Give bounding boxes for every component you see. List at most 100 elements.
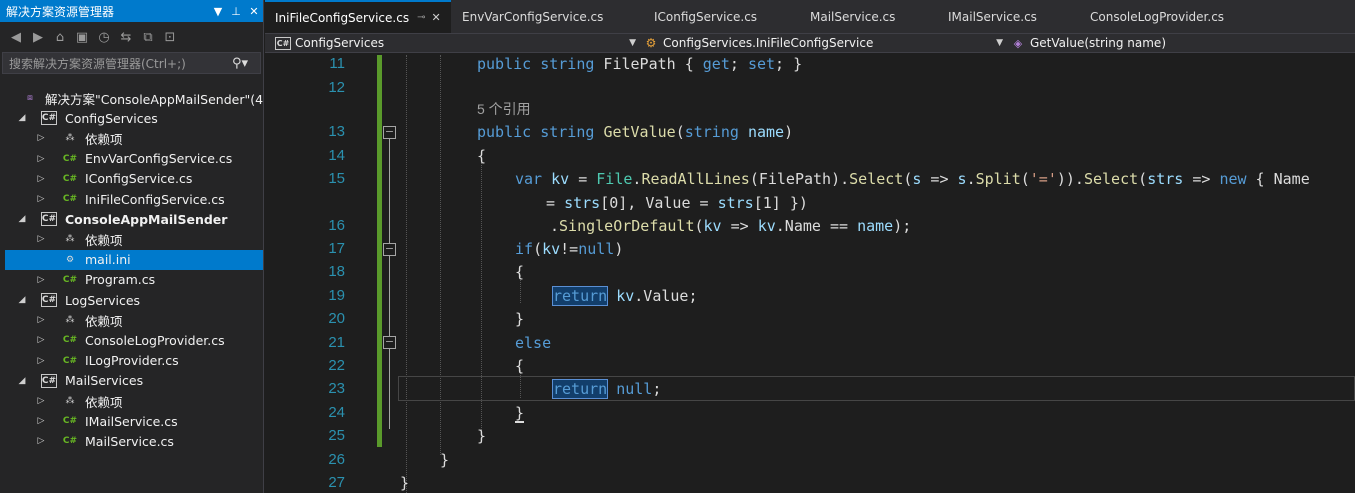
code-line: }: [477, 427, 487, 445]
code-line: {: [477, 147, 487, 165]
csharp-project-icon: C#: [41, 111, 57, 126]
tree-item-label: IConfigService.cs: [85, 171, 193, 187]
tree-item-label: ConsoleLogProvider.cs: [85, 332, 225, 348]
history-icon[interactable]: ◷: [96, 30, 112, 45]
show-all-files-icon[interactable]: ⊡: [162, 30, 178, 45]
tree-item-file[interactable]: ▷ C# IniFileConfigService.cs: [0, 189, 263, 209]
close-icon[interactable]: ✕: [431, 11, 440, 24]
collapsed-arrow-icon[interactable]: ▷: [36, 416, 46, 426]
close-icon[interactable]: ✕: [245, 5, 263, 18]
tree-item-label: EnvVarConfigService.cs: [85, 151, 233, 167]
expanded-arrow-icon[interactable]: ◢: [17, 214, 27, 224]
document-tabs: IniFileConfigService.cs ⊸ ✕ EnvVarConfig…: [265, 0, 1355, 33]
solution-explorer-panel: 解决方案资源管理器 ▼ ⊥ ✕ ◀ ▶ ⌂ ▣ ◷ ⇆ ⧉ ⊡ 搜索解决方案资源…: [0, 0, 264, 493]
tab-iconfigservice[interactable]: IConfigService.cs: [644, 0, 767, 33]
tree-item-project-configservices[interactable]: ◢ C# ConfigServices: [0, 108, 263, 128]
home-icon[interactable]: ⌂: [52, 30, 68, 45]
tree-item-dependencies[interactable]: ▷ ⁂ 依赖项: [0, 391, 263, 411]
project-dropdown[interactable]: C# ConfigServices ▼: [275, 34, 640, 52]
tree-item-file[interactable]: ▷ C# IMailService.cs: [0, 411, 263, 431]
tree-item-label: ILogProvider.cs: [85, 353, 179, 369]
solution-explorer-title: 解决方案资源管理器: [6, 4, 115, 19]
collapse-toggle-icon[interactable]: −: [383, 243, 396, 256]
code-line: return null;: [551, 379, 662, 399]
member-dropdown[interactable]: ◈ GetValue(string name): [1010, 34, 1355, 52]
forward-icon[interactable]: ▶: [30, 30, 46, 45]
collapsed-arrow-icon[interactable]: ▷: [36, 335, 46, 345]
tree-item-file[interactable]: ▷ C# IConfigService.cs: [0, 169, 263, 189]
tree-item-file[interactable]: ▷ C# MailService.cs: [0, 431, 263, 451]
tree-item-project-consoleappmailsender[interactable]: ◢ C# ConsoleAppMailSender: [0, 209, 263, 229]
tree-item-dependencies[interactable]: ▷ ⁂ 依赖项: [0, 128, 263, 148]
collapsed-arrow-icon[interactable]: ▷: [36, 174, 46, 184]
reference-count-hint[interactable]: 5 个引用: [477, 99, 531, 119]
csharp-project-icon: C#: [41, 293, 57, 308]
collapsed-arrow-icon[interactable]: ▷: [36, 194, 46, 204]
tab-mailservice[interactable]: MailService.cs: [800, 0, 905, 33]
csharp-project-icon: C#: [275, 36, 291, 50]
sync-icon[interactable]: ⇆: [118, 30, 134, 45]
pin-icon[interactable]: ⊸: [417, 12, 425, 23]
expanded-arrow-icon[interactable]: ◢: [17, 295, 27, 305]
class-icon: ⚙: [645, 36, 657, 50]
expanded-arrow-icon[interactable]: ◢: [17, 113, 27, 123]
tree-item-solution[interactable]: ⧈ 解决方案"ConsoleAppMailSender"(4: [0, 88, 263, 108]
collapsed-arrow-icon[interactable]: ▷: [36, 356, 46, 366]
tab-imailservice[interactable]: IMailService.cs: [938, 0, 1047, 33]
tree-item-dependencies[interactable]: ▷ ⁂ 依赖项: [0, 310, 263, 330]
code-line: {: [515, 263, 525, 281]
tree-item-file[interactable]: ▷ C# Program.cs: [0, 270, 263, 290]
line-number: 19: [328, 287, 345, 304]
tab-consolelogprovider[interactable]: ConsoleLogProvider.cs: [1080, 0, 1234, 33]
code-line: }: [400, 474, 410, 492]
tree-item-label: MailService.cs: [85, 433, 174, 449]
collapsed-arrow-icon[interactable]: ▷: [36, 234, 46, 244]
collapsed-arrow-icon[interactable]: ▷: [36, 396, 46, 406]
line-number: 26: [328, 451, 345, 468]
code-line: = strs[0], Value = strs[1] }): [546, 194, 808, 212]
tree-item-file-selected[interactable]: ⚙ mail.ini: [5, 249, 263, 270]
collapsed-arrow-icon[interactable]: ▷: [36, 275, 46, 285]
csharp-file-icon: C#: [62, 335, 78, 346]
tree-item-label: 依赖项: [85, 394, 123, 410]
line-number: 23: [328, 380, 345, 397]
collapse-toggle-icon[interactable]: −: [383, 126, 396, 139]
search-input[interactable]: 搜索解决方案资源管理器(Ctrl+;): [9, 55, 232, 72]
search-icon[interactable]: ⚲▾: [232, 56, 260, 71]
line-number: 22: [328, 357, 345, 374]
tree-item-file[interactable]: ▷ C# ConsoleLogProvider.cs: [0, 330, 263, 350]
code-line: }: [515, 310, 525, 328]
code-editor: IniFileConfigService.cs ⊸ ✕ EnvVarConfig…: [265, 0, 1355, 493]
line-number: 16: [328, 217, 345, 234]
tree-item-dependencies[interactable]: ▷ ⁂ 依赖项: [0, 229, 263, 249]
collapse-all-icon[interactable]: ⧉: [140, 30, 156, 45]
back-icon[interactable]: ◀: [8, 30, 24, 45]
expanded-arrow-icon[interactable]: ◢: [17, 376, 27, 386]
tab-label: IniFileConfigService.cs: [275, 10, 410, 25]
collapsed-arrow-icon[interactable]: ▷: [36, 436, 46, 446]
code-line: return kv.Value;: [551, 286, 698, 306]
collapsed-arrow-icon[interactable]: ▷: [36, 154, 46, 164]
collapse-toggle-icon[interactable]: −: [383, 336, 396, 349]
type-dropdown[interactable]: ⚙ ConfigServices.IniFileConfigService ▼: [643, 34, 1007, 52]
indent-guide: [406, 55, 407, 493]
csharp-file-icon: C#: [62, 153, 78, 164]
code-line: var kv = File.ReadAllLines(FilePath).Sel…: [515, 170, 1310, 188]
fold-range-line: [389, 139, 390, 429]
pin-icon[interactable]: ⊥: [227, 5, 245, 18]
switch-views-icon[interactable]: ▣: [74, 30, 90, 45]
tree-item-file[interactable]: ▷ C# EnvVarConfigService.cs: [0, 149, 263, 169]
dropdown-arrow-icon[interactable]: ▼: [209, 5, 227, 18]
tab-envvarconfigservice[interactable]: EnvVarConfigService.cs: [452, 0, 613, 33]
tree-item-file[interactable]: ▷ C# ILogProvider.cs: [0, 351, 263, 371]
tree-item-project-logservices[interactable]: ◢ C# LogServices: [0, 290, 263, 310]
line-number: 25: [328, 427, 345, 444]
solution-explorer-search[interactable]: 搜索解决方案资源管理器(Ctrl+;) ⚲▾: [2, 52, 261, 74]
collapsed-arrow-icon[interactable]: ▷: [36, 315, 46, 325]
tree-item-project-mailservices[interactable]: ◢ C# MailServices: [0, 371, 263, 391]
code-area[interactable]: − − − 11 12 13 14 15 16 17 18 19 20 21 2…: [265, 55, 1355, 493]
config-file-icon: ⚙: [65, 254, 75, 265]
collapsed-arrow-icon[interactable]: ▷: [36, 133, 46, 143]
tree-item-label: MailServices: [65, 373, 144, 389]
tab-inifileconfigservice[interactable]: IniFileConfigService.cs ⊸ ✕: [265, 0, 451, 33]
